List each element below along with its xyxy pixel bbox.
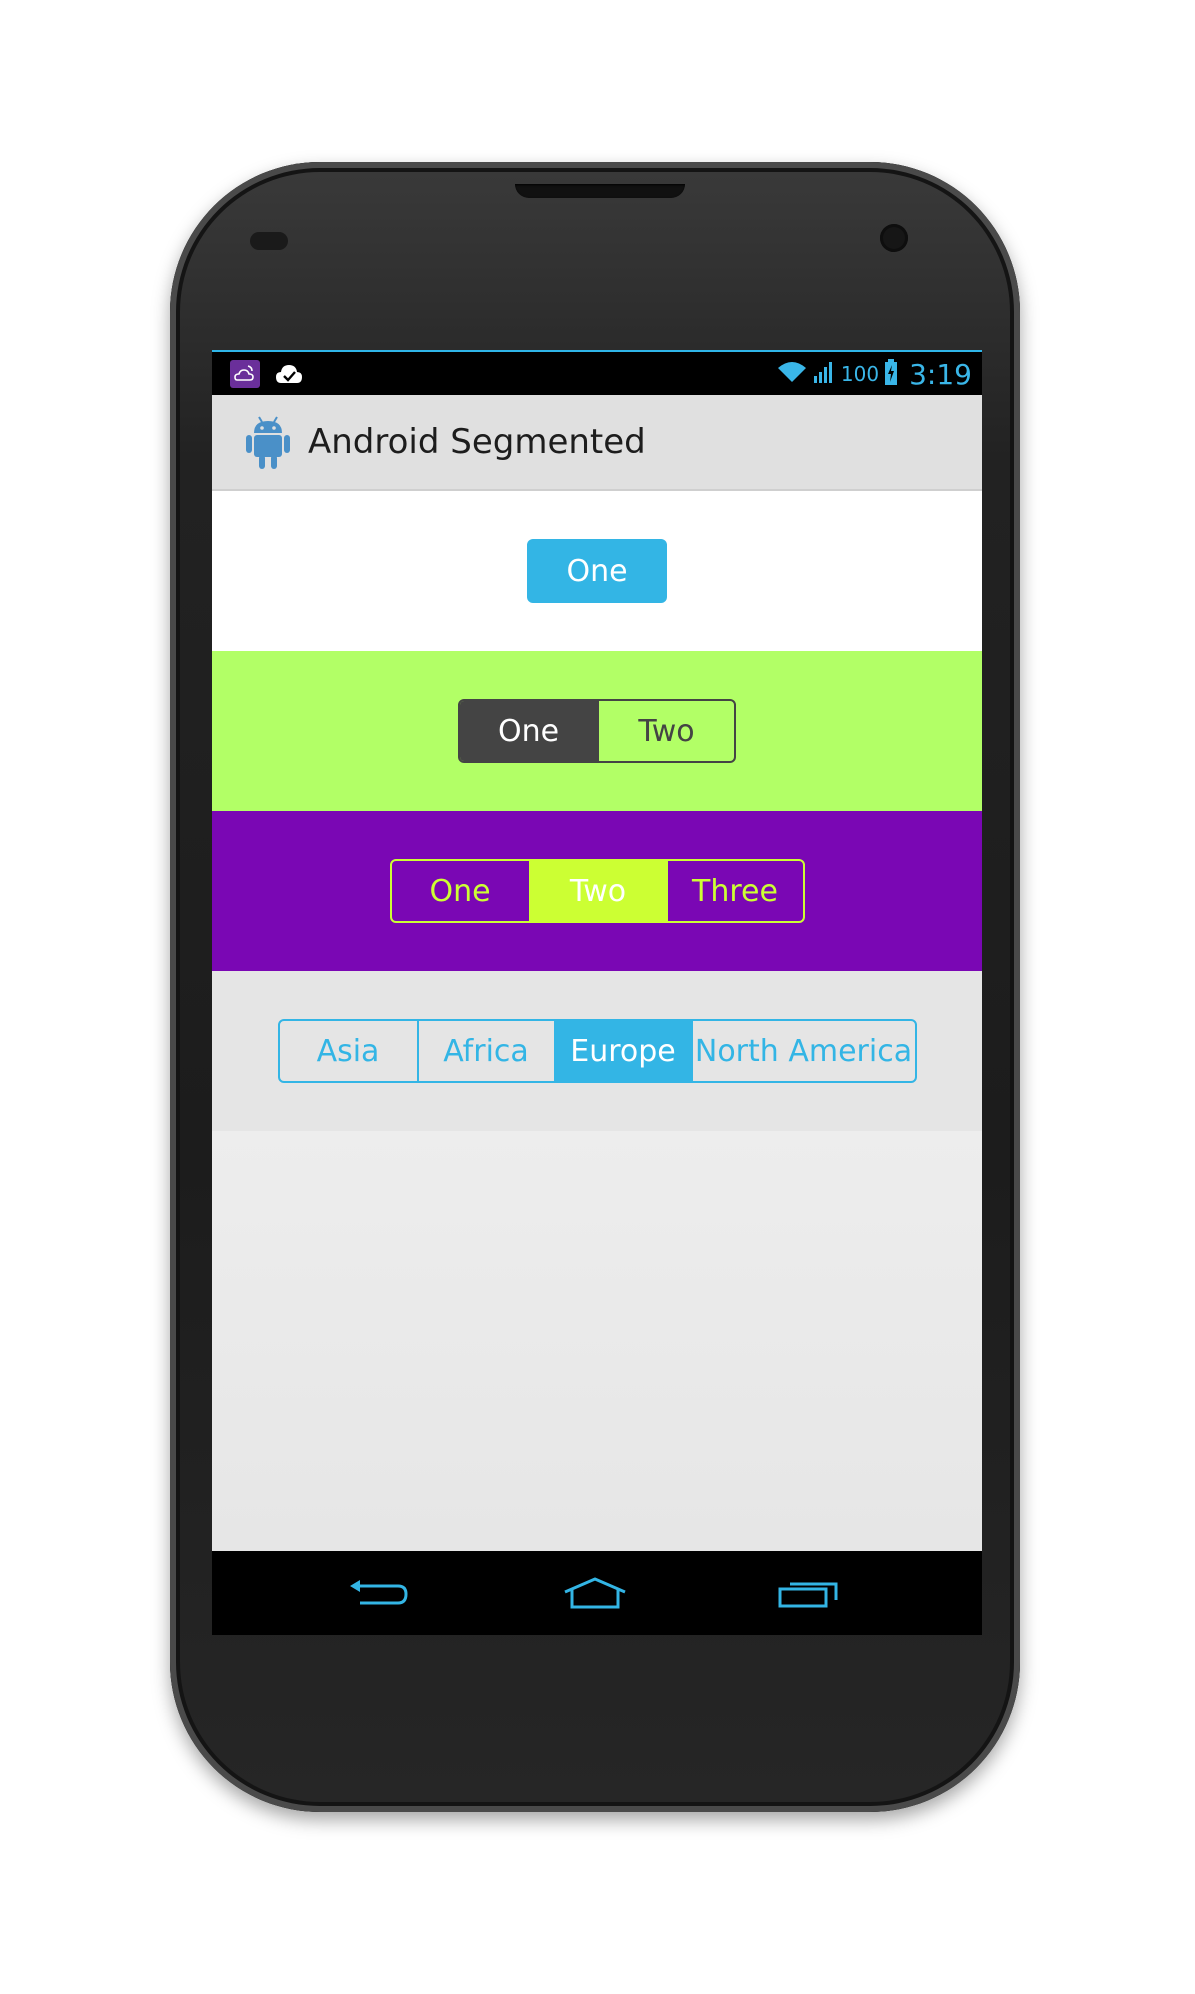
status-bar: 100 3:19 (212, 350, 982, 395)
navigation-bar (212, 1551, 982, 1635)
home-icon[interactable] (560, 1571, 630, 1615)
segment-section-1: One (212, 491, 982, 651)
segment-one[interactable]: One (527, 539, 667, 603)
content-background (212, 1131, 982, 1551)
segment-section-2: One Two (212, 651, 982, 811)
segment-asia[interactable]: Asia (280, 1021, 417, 1081)
segment-two[interactable]: Two (597, 701, 734, 761)
system-status-group: 100 3:19 (777, 356, 972, 392)
segment-one[interactable]: One (460, 701, 597, 761)
action-bar: Android Segmented (212, 395, 982, 491)
device-screen: 100 3:19 Android Segmented One One Two O… (212, 350, 982, 1635)
status-clock: 3:19 (909, 357, 972, 391)
battery-level: 100 (840, 362, 880, 386)
segmented-control-1: One (527, 539, 667, 603)
weather-icon (230, 360, 260, 388)
segmented-control-3: One Two Three (389, 859, 805, 923)
recent-apps-icon[interactable] (774, 1571, 844, 1615)
segment-europe[interactable]: Europe (553, 1021, 691, 1081)
segment-one[interactable]: One (392, 861, 529, 921)
wifi-icon (777, 360, 807, 388)
segment-africa[interactable]: Africa (416, 1021, 554, 1081)
segment-section-4: Asia Africa Europe North America (212, 971, 982, 1131)
segment-north-america[interactable]: North America (690, 1021, 915, 1081)
back-icon[interactable] (342, 1571, 412, 1615)
earpiece-speaker (515, 184, 685, 198)
android-robot-icon[interactable] (244, 413, 292, 471)
proximity-sensor (250, 232, 288, 250)
segment-section-3: One Two Three (212, 811, 982, 971)
signal-icon (813, 360, 835, 388)
segmented-control-continents: Asia Africa Europe North America (277, 1019, 917, 1083)
segmented-control-2: One Two (458, 699, 736, 763)
check-cloud-icon (274, 360, 304, 388)
battery-charging-icon (885, 359, 898, 389)
app-title: Android Segmented (308, 422, 646, 462)
segment-two[interactable]: Two (528, 861, 666, 921)
front-camera (880, 224, 908, 252)
segment-three[interactable]: Three (665, 861, 803, 921)
